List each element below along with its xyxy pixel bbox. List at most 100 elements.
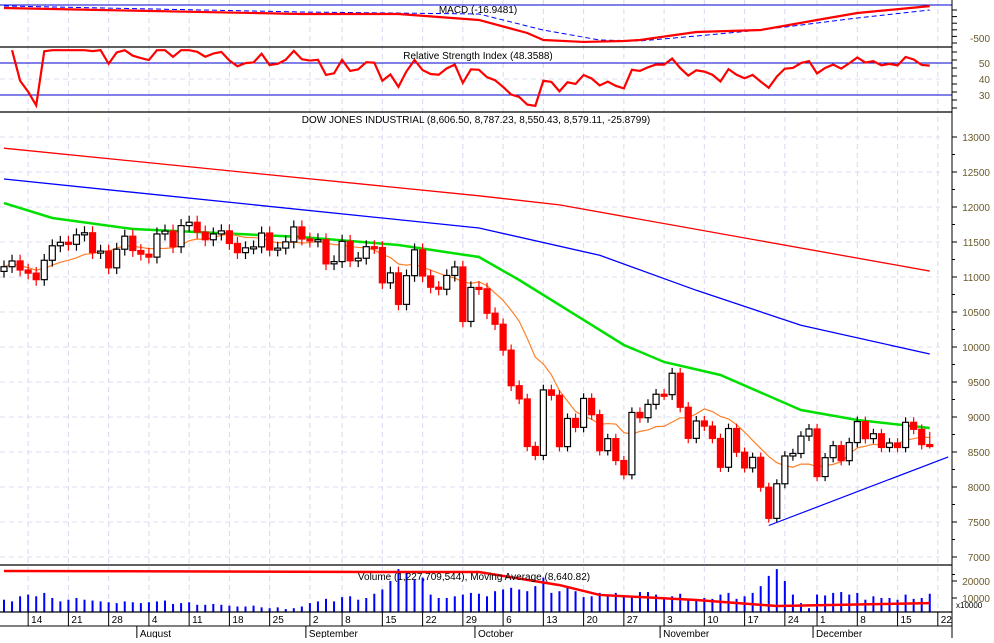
- candle: [829, 440, 837, 463]
- candle-body: [161, 230, 169, 235]
- candle-body: [24, 269, 32, 274]
- candle: [290, 220, 298, 249]
- price-tick-label: 12500: [962, 168, 990, 179]
- candle-body: [362, 246, 370, 259]
- candle-body: [274, 247, 282, 251]
- price-tick-label: 7000: [968, 553, 991, 564]
- candle: [893, 438, 902, 453]
- candle: [749, 452, 757, 473]
- candle-body: [781, 455, 789, 485]
- candle-body: [258, 232, 266, 248]
- candle-body: [330, 261, 338, 265]
- price-tick-label: 10500: [962, 308, 990, 319]
- volume-unit-label: x10000: [956, 601, 983, 610]
- candle-body: [523, 398, 531, 448]
- candle: [225, 224, 233, 250]
- candle: [724, 423, 733, 472]
- candle: [926, 431, 934, 449]
- candle-body: [185, 221, 193, 227]
- candle: [402, 269, 411, 311]
- candle-body: [290, 226, 298, 243]
- candle-body: [137, 249, 145, 255]
- candle-body: [266, 232, 274, 251]
- candle-body: [145, 253, 153, 258]
- candle-body: [378, 246, 386, 284]
- candle: [459, 260, 467, 328]
- candle-body: [579, 397, 588, 428]
- date-label: 6: [506, 615, 512, 626]
- candle-body: [918, 428, 926, 446]
- candle: [660, 389, 668, 400]
- date-label: 17: [748, 615, 760, 626]
- candle: [869, 428, 878, 444]
- price-panel: 7000 7500 8000 8500 9000 9500 10000 10500 11000 1…: [0, 133, 991, 575]
- candle: [636, 407, 644, 423]
- candle-body: [805, 428, 813, 437]
- candle: [837, 440, 845, 466]
- candle: [266, 226, 274, 257]
- rsi-tick-label: 50: [979, 59, 991, 70]
- candle: [282, 235, 290, 255]
- candle: [910, 417, 918, 435]
- date-label: 8: [860, 615, 866, 626]
- candle-body: [0, 266, 8, 272]
- candle: [443, 269, 451, 296]
- candle: [571, 413, 580, 433]
- candle-body: [547, 389, 556, 396]
- candle-body: [491, 312, 499, 325]
- candle: [789, 448, 797, 461]
- candle-body: [765, 486, 773, 519]
- candle: [491, 307, 499, 331]
- candle-body: [338, 240, 346, 263]
- candle: [588, 393, 596, 420]
- candle: [716, 433, 725, 472]
- candle: [427, 269, 435, 294]
- candle-body: [169, 230, 177, 248]
- candle-body: [910, 421, 918, 430]
- date-label: 4: [152, 615, 158, 626]
- candle: [241, 241, 250, 259]
- candle-body: [716, 437, 725, 468]
- candle-body: [80, 232, 89, 236]
- candle-body: [571, 417, 580, 428]
- date-label: 22: [426, 615, 438, 626]
- candle-body: [370, 246, 378, 250]
- price-tick-label: 9000: [968, 413, 991, 424]
- candle-body: [402, 275, 411, 305]
- candle-body: [644, 403, 652, 419]
- candle-body: [314, 239, 322, 243]
- month-label: September: [309, 629, 359, 638]
- price-tick-label: 11500: [963, 238, 991, 249]
- candle-body: [620, 459, 628, 476]
- candle-body: [121, 235, 129, 250]
- candle-body: [821, 457, 829, 478]
- candle: [628, 407, 636, 480]
- candle: [161, 224, 169, 241]
- candle: [435, 281, 443, 296]
- candle-body: [652, 393, 660, 405]
- date-label: 29: [466, 615, 478, 626]
- date-label: 11: [192, 615, 203, 626]
- candle-body: [732, 427, 741, 453]
- candle: [757, 452, 765, 492]
- candle: [515, 380, 523, 405]
- candle-body: [346, 240, 354, 262]
- moving-average-ma50: [3, 201, 930, 430]
- candle-body: [837, 445, 845, 462]
- candle-body: [668, 372, 676, 396]
- candle-body: [129, 235, 137, 252]
- month-label: October: [478, 629, 514, 638]
- date-label: 3: [667, 615, 673, 626]
- candle-body: [926, 443, 934, 448]
- candle: [153, 227, 161, 264]
- candle-body: [531, 445, 539, 457]
- candle-body: [96, 250, 105, 254]
- candle: [56, 235, 64, 253]
- candle: [193, 215, 201, 239]
- candle-body: [386, 272, 394, 284]
- candle: [0, 260, 8, 278]
- candle-body: [636, 411, 644, 419]
- candle: [700, 415, 708, 432]
- candle-body: [475, 286, 483, 291]
- candle-body: [563, 417, 572, 448]
